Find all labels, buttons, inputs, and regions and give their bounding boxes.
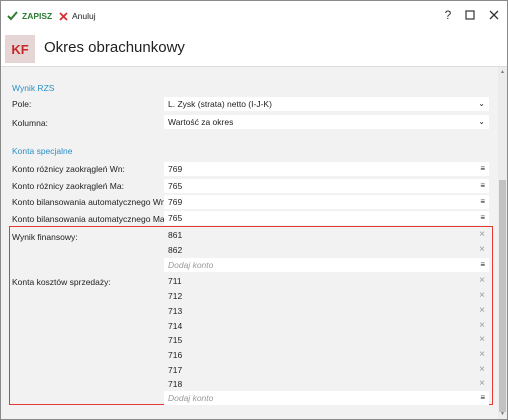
list-item[interactable]: 715 ×	[164, 333, 489, 347]
remove-icon[interactable]: ×	[479, 348, 485, 362]
konto-bilansowania-wn-label: Konto bilansowania automatycznego Wn:	[12, 197, 168, 207]
remove-icon[interactable]: ×	[479, 333, 485, 347]
remove-icon[interactable]: ×	[479, 304, 485, 318]
list-item[interactable]: 714 ×	[164, 319, 489, 333]
dialog-window: ZAPISZ Anuluj ? KF Okres obrachunkowy ▲ …	[0, 0, 508, 420]
list-icon[interactable]: ≡	[480, 258, 485, 272]
check-icon	[7, 11, 18, 21]
item-value: 718	[168, 379, 183, 389]
cancel-label: Anuluj	[72, 11, 96, 21]
remove-icon[interactable]: ×	[479, 363, 485, 377]
kolumna-value: Wartość za okres	[168, 117, 234, 127]
close-icon	[59, 11, 68, 21]
field-value: 769	[168, 164, 183, 174]
wynik-finansowy-label: Wynik finansowy:	[12, 232, 78, 242]
list-icon[interactable]: ≡	[480, 211, 485, 225]
close-window-icon[interactable]	[487, 8, 501, 22]
maximize-icon[interactable]	[463, 8, 477, 22]
section-wynik-rzs: Wynik RZS	[12, 83, 55, 93]
konto-roznicy-wn-label: Konto różnicy zaokrągleń Wn:	[12, 164, 125, 174]
remove-icon[interactable]: ×	[479, 377, 485, 391]
konto-roznicy-ma-label: Konto różnicy zaokrągleń Ma:	[12, 181, 124, 191]
konto-bilansowania-ma-field[interactable]: 765 ≡	[164, 211, 489, 225]
add-konto-input[interactable]: Dodaj konto ≡	[164, 391, 489, 405]
item-value: 862	[168, 245, 183, 255]
scroll-up-icon[interactable]: ▲	[499, 69, 506, 75]
remove-icon[interactable]: ×	[479, 289, 485, 303]
list-item[interactable]: 717 ×	[164, 363, 489, 377]
placeholder-text: Dodaj konto	[168, 260, 214, 270]
field-value: 765	[168, 181, 183, 191]
item-value: 716	[168, 350, 183, 360]
remove-icon[interactable]: ×	[479, 243, 485, 257]
save-button[interactable]: ZAPISZ	[7, 9, 52, 23]
chevron-down-icon: ⌄	[478, 117, 485, 126]
placeholder-text: Dodaj konto	[168, 393, 214, 403]
add-konto-input[interactable]: Dodaj konto ≡	[164, 258, 489, 272]
remove-icon[interactable]: ×	[479, 228, 485, 242]
list-item[interactable]: 862 ×	[164, 243, 489, 257]
list-item[interactable]: 718 ×	[164, 377, 489, 391]
toolbar: ZAPISZ Anuluj ?	[1, 1, 507, 30]
app-logo: KF	[5, 35, 35, 63]
scrollbar[interactable]: ▲ ▼	[498, 67, 507, 419]
scroll-thumb[interactable]	[499, 180, 506, 412]
pole-label: Pole:	[12, 99, 32, 109]
remove-icon[interactable]: ×	[479, 274, 485, 288]
cancel-button[interactable]: Anuluj	[59, 9, 96, 23]
list-item[interactable]: 713 ×	[164, 304, 489, 318]
header: KF Okres obrachunkowy	[1, 30, 507, 67]
item-value: 711	[168, 276, 182, 286]
save-label: ZAPISZ	[22, 11, 53, 21]
help-icon[interactable]: ?	[441, 8, 455, 22]
item-value: 717	[168, 365, 183, 375]
remove-icon[interactable]: ×	[479, 319, 485, 333]
konto-bilansowania-wn-field[interactable]: 769 ≡	[164, 195, 489, 209]
list-icon[interactable]: ≡	[480, 179, 485, 193]
kolumna-label: Kolumna:	[12, 118, 48, 128]
pole-value: L. Zysk (strata) netto (I-J-K)	[168, 99, 272, 109]
list-icon[interactable]: ≡	[480, 162, 485, 176]
list-item[interactable]: 712 ×	[164, 289, 489, 303]
chevron-down-icon: ⌄	[478, 99, 485, 108]
item-value: 712	[168, 291, 183, 301]
list-icon[interactable]: ≡	[480, 391, 485, 405]
page-title: Okres obrachunkowy	[44, 39, 185, 56]
item-value: 713	[168, 306, 183, 316]
scroll-down-icon[interactable]: ▼	[499, 411, 506, 417]
list-item[interactable]: 716 ×	[164, 348, 489, 362]
item-value: 715	[168, 335, 183, 345]
konto-bilansowania-ma-label: Konto bilansowania automatycznego Ma:	[12, 214, 167, 224]
item-value: 714	[168, 321, 183, 331]
konto-roznicy-ma-field[interactable]: 765 ≡	[164, 179, 489, 193]
konto-roznicy-wn-field[interactable]: 769 ≡	[164, 162, 489, 176]
pole-select[interactable]: L. Zysk (strata) netto (I-J-K) ⌄	[164, 97, 489, 111]
kolumna-select[interactable]: Wartość za okres ⌄	[164, 115, 489, 129]
list-item[interactable]: 861 ×	[164, 228, 489, 242]
list-icon[interactable]: ≡	[480, 195, 485, 209]
konta-kosztow-label: Konta kosztów sprzedaży:	[12, 277, 111, 287]
section-konta-specjalne: Konta specjalne	[12, 146, 73, 156]
field-value: 765	[168, 213, 183, 223]
field-value: 769	[168, 197, 183, 207]
item-value: 861	[168, 230, 183, 240]
list-item[interactable]: 711 ×	[164, 274, 489, 288]
